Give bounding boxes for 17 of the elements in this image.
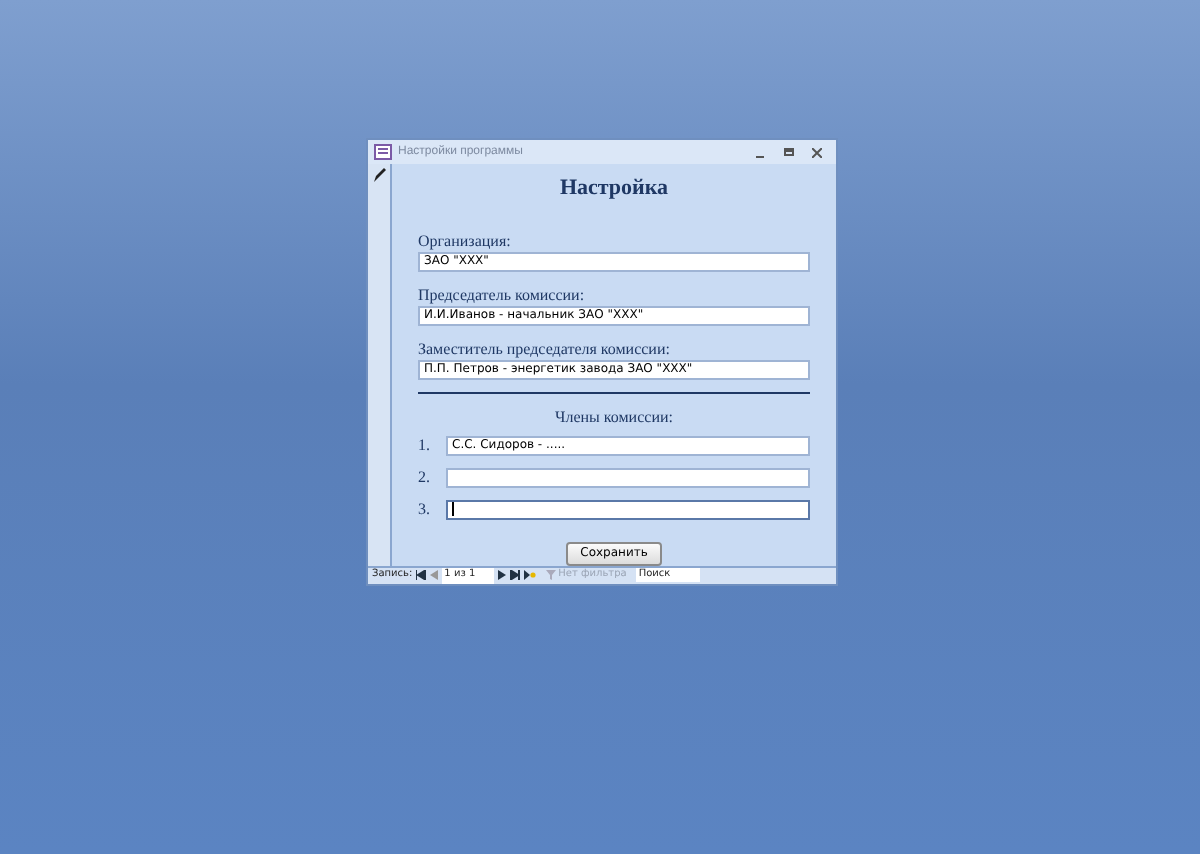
field-label: Организация:: [418, 231, 513, 252]
form-icon: [374, 144, 392, 161]
new-record-icon[interactable]: [524, 570, 537, 581]
field-label: Председатель комиссии:: [418, 285, 587, 306]
last-record-icon[interactable]: [510, 570, 521, 581]
form-heading: Настройка: [557, 174, 671, 205]
field-label: Заместитель председателя комиссии:: [418, 339, 672, 360]
member-field[interactable]: [446, 467, 810, 488]
close-icon: [811, 147, 821, 158]
first-record-icon[interactable]: [416, 570, 427, 581]
member-number: 2.: [418, 465, 432, 490]
filter-icon: [546, 570, 557, 581]
section-heading: Члены комиссии:: [553, 405, 675, 430]
member-number: 3.: [418, 497, 432, 522]
pencil-icon: [373, 168, 385, 183]
member-number: 1.: [418, 433, 432, 458]
member-field[interactable]: [446, 499, 810, 520]
